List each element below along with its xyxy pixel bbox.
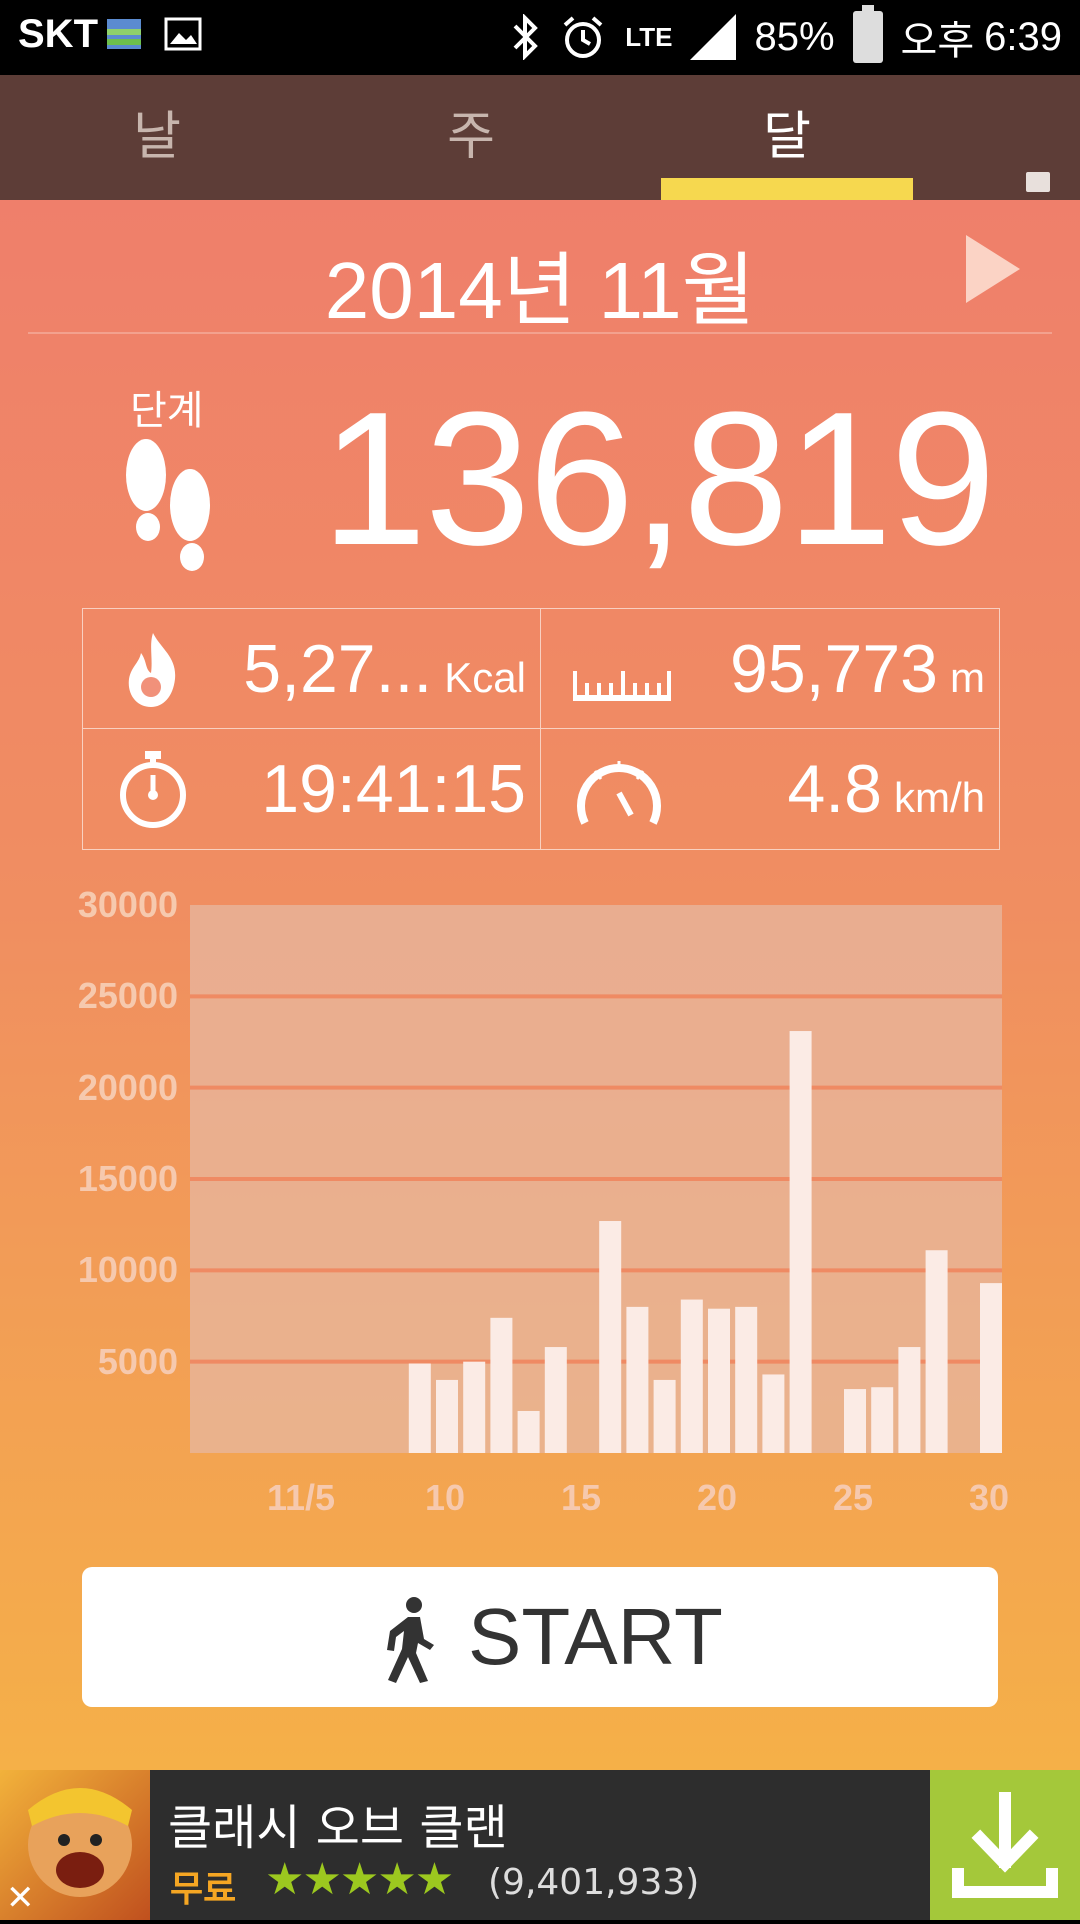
x-tick-label: 10 xyxy=(425,1477,466,1518)
stopwatch-icon xyxy=(120,751,186,828)
chart-bar-day-30 xyxy=(980,1283,1002,1453)
footprints-icon xyxy=(126,439,210,571)
ad-download-button[interactable] xyxy=(930,1770,1080,1920)
x-tick-label: 11/5 xyxy=(267,1477,336,1518)
period-tabs: 날 주 달 xyxy=(0,75,1080,252)
duration-cell: 19:41:15 xyxy=(83,729,541,849)
y-tick-label: 25000 xyxy=(77,975,178,1017)
x-tick-label: 25 xyxy=(833,1477,874,1518)
flame-icon xyxy=(128,633,176,707)
stats-grid: 5,27... Kcal 95,773 m 19:41:15 4.8 km/h xyxy=(82,608,1000,850)
battery-icon xyxy=(852,5,883,63)
ad-price: 무료 xyxy=(170,1869,237,1910)
distance-cell: 95,773 m xyxy=(541,609,999,729)
x-tick-label: 15 xyxy=(561,1477,602,1518)
start-button[interactable]: START xyxy=(82,1567,998,1707)
ad-rating-stars: ★★★★★ xyxy=(265,1854,454,1905)
tab-week[interactable]: 주 xyxy=(336,75,606,200)
speedometer-icon xyxy=(577,761,661,825)
chart-bar-day-14 xyxy=(544,1347,567,1453)
clock: 6:39 xyxy=(984,14,1062,59)
y-tick-label: 5000 xyxy=(97,1340,178,1382)
chart-bar-day-18 xyxy=(653,1379,676,1453)
speed-unit: km/h xyxy=(893,774,985,821)
chart-bar-day-20 xyxy=(708,1308,730,1453)
duration-value: 19:41:15 xyxy=(261,751,526,827)
chart-bar-day-19 xyxy=(680,1299,703,1453)
chart-bar-day-10 xyxy=(436,1379,458,1453)
distance-value: 95,773 xyxy=(730,631,938,707)
calories-value: 5,27... xyxy=(243,631,433,707)
network-type: LTE xyxy=(625,21,673,52)
chart-bar-day-11 xyxy=(463,1361,486,1453)
chart-bar-day-26 xyxy=(871,1387,894,1453)
distance-unit: m xyxy=(950,654,985,701)
chart-bar-day-21 xyxy=(735,1306,758,1453)
ampm-label: 오후 xyxy=(900,19,975,63)
chart-bar-day-23 xyxy=(789,1031,812,1453)
chart-bar-day-13 xyxy=(517,1410,540,1453)
download-icon xyxy=(952,1792,1058,1898)
steps-label: 단계 xyxy=(130,388,204,434)
chart-bar-day-12 xyxy=(490,1317,513,1453)
x-tick-label: 20 xyxy=(697,1477,738,1518)
next-month-icon[interactable] xyxy=(966,235,1020,303)
tab-day[interactable]: 날 xyxy=(22,75,292,200)
chart-bar-day-16 xyxy=(599,1221,622,1453)
y-tick-label: 15000 xyxy=(77,1158,178,1199)
carrier-label: SKT xyxy=(18,12,98,56)
alarm-icon xyxy=(563,16,603,58)
chart-bar-day-25 xyxy=(844,1389,866,1453)
status-bar: SKT LTE 85% 오후 6:39 xyxy=(0,0,1080,75)
chart-bar-day-9 xyxy=(408,1363,431,1453)
ad-app-thumbnail[interactable]: ✕ xyxy=(0,1770,150,1920)
signal-icon xyxy=(690,14,737,60)
tab-indicator xyxy=(661,178,913,200)
chart-bar-day-22 xyxy=(762,1374,785,1453)
x-tick-label: 30 xyxy=(969,1477,1010,1518)
battery-percent: 85% xyxy=(754,14,835,59)
ad-title: 클래시 오브 클랜 xyxy=(168,1800,508,1856)
steps-value: 136,819 xyxy=(321,373,996,585)
image-icon xyxy=(164,17,202,51)
bluetooth-icon xyxy=(513,14,539,60)
walking-person-icon xyxy=(387,1597,434,1683)
notification-app-icon xyxy=(107,19,141,49)
chart-bar-day-17 xyxy=(626,1306,649,1453)
start-label: START xyxy=(468,1592,723,1681)
chart-bar-day-27 xyxy=(898,1347,921,1453)
ad-rating-count: (9,401,933) xyxy=(488,1862,700,1903)
ruler-icon xyxy=(573,671,671,701)
y-tick-label: 30000 xyxy=(77,884,178,925)
divider xyxy=(28,332,1052,334)
speed-cell: 4.8 km/h xyxy=(541,729,999,849)
y-tick-label: 10000 xyxy=(77,1249,178,1291)
ad-banner[interactable]: ✕ 클래시 오브 클랜 무료 ★★★★★ (9,401,933) xyxy=(0,1770,1080,1920)
month-title: 2014년 11월 xyxy=(324,246,756,335)
calories-cell: 5,27... Kcal xyxy=(83,609,541,729)
y-tick-label: 20000 xyxy=(77,1066,178,1108)
speed-value: 4.8 xyxy=(787,751,882,827)
main-panel: 2014년 11월 단계 136,819 5,27... Kcal 95,773 m xyxy=(0,200,1080,1770)
calories-unit: Kcal xyxy=(444,654,526,701)
chart-bar-day-28 xyxy=(925,1250,948,1453)
ad-close-icon[interactable]: ✕ xyxy=(6,1878,35,1918)
